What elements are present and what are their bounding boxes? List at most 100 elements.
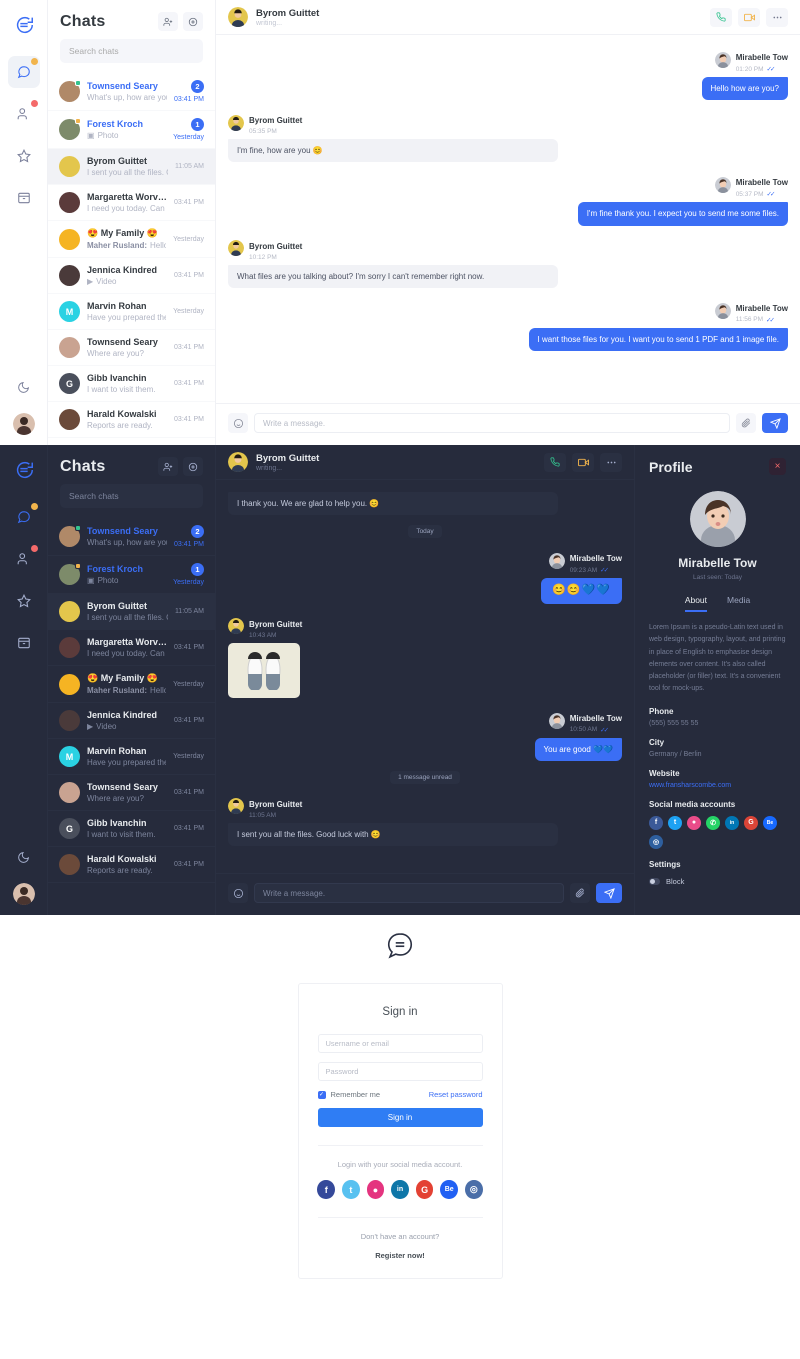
chat-list-item-meta: 1 Yesterday bbox=[173, 118, 204, 141]
message-outgoing: Mirabelle Tow 05:37 PM ✓✓ I'm fine thank y… bbox=[228, 172, 788, 226]
chat-list-item[interactable]: 😍 My Family 😍 Maher Rusland: Hello!!! Yest… bbox=[48, 221, 215, 258]
message-time: 11:56 PM ✓✓ bbox=[735, 316, 775, 324]
app-logo[interactable] bbox=[9, 455, 39, 485]
chat-list-item[interactable]: Byrom Guittet I sent you all the files. G… bbox=[48, 594, 215, 630]
app-logo[interactable] bbox=[9, 10, 39, 40]
rail-item-dark-mode[interactable] bbox=[8, 841, 40, 873]
reset-password-link[interactable]: Reset password bbox=[429, 1090, 483, 1099]
remember-me-checkbox[interactable]: ✓ bbox=[317, 1090, 326, 1099]
chat-list-item[interactable]: Townsend Seary Where are you? 03:41 PM bbox=[48, 330, 215, 366]
rail-item-dark-mode[interactable] bbox=[8, 371, 40, 403]
rail-item-favorites[interactable] bbox=[8, 140, 40, 172]
more-options-button[interactable] bbox=[600, 452, 622, 472]
chat-list-item[interactable]: M Marvin Rohan Have you prepared the ... Ye… bbox=[48, 739, 215, 775]
message-input[interactable]: Write a message. bbox=[254, 883, 564, 903]
attach-file-button[interactable] bbox=[570, 883, 590, 903]
video-call-button[interactable] bbox=[572, 452, 594, 472]
video-call-button[interactable] bbox=[738, 7, 760, 27]
rail-item-chats[interactable] bbox=[7, 56, 40, 88]
chat-list-item[interactable]: Harald Kowalski Reports are ready. 03:41 P… bbox=[48, 847, 215, 883]
chat-list-item-text: Gibb Ivanchin I want to visit them. bbox=[87, 373, 167, 394]
avatar bbox=[59, 673, 80, 695]
chat-list-item[interactable]: M Marvin Rohan Have you prepared the ... Ye… bbox=[48, 294, 215, 330]
signin-submit-button[interactable]: Sign in bbox=[317, 1108, 483, 1127]
behance-icon[interactable]: Be bbox=[440, 1180, 458, 1199]
chat-list-actions bbox=[158, 457, 203, 476]
twitter-icon[interactable]: t bbox=[668, 815, 682, 830]
chat-list-item-preview: What's up, how are you? bbox=[87, 93, 168, 102]
chat-list-item[interactable]: Margaretta Worvell I need you today. Can … bbox=[48, 630, 215, 666]
rail-item-favorites[interactable] bbox=[8, 585, 40, 617]
message-image[interactable] bbox=[228, 642, 300, 698]
read-receipt-icon: ✓✓ bbox=[766, 66, 776, 73]
signin-options-row: ✓ Remember me Reset password bbox=[317, 1090, 483, 1099]
settings-button[interactable] bbox=[183, 12, 203, 31]
instagram-icon[interactable]: ◎ bbox=[649, 834, 663, 849]
google-icon[interactable]: G bbox=[415, 1180, 434, 1199]
rail-item-contacts[interactable] bbox=[8, 98, 40, 130]
message-author: Byrom Guittet bbox=[249, 619, 303, 629]
voice-call-button[interactable] bbox=[544, 452, 566, 472]
settings-button[interactable] bbox=[183, 457, 203, 476]
twitter-icon[interactable]: t bbox=[342, 1180, 360, 1199]
emoji-picker-button[interactable] bbox=[228, 883, 248, 903]
search-input[interactable]: Search chats bbox=[60, 39, 203, 63]
dribbble-icon[interactable]: ● bbox=[687, 815, 701, 830]
chat-list-item[interactable]: G Gibb Ivanchin I want to visit them. 03:41… bbox=[48, 811, 215, 847]
message-incoming: Byrom Guittet 11:05 AM I sent you all the … bbox=[228, 794, 622, 846]
chat-list-item[interactable]: G Gibb Ivanchin I want to visit them. 03:41… bbox=[48, 366, 215, 402]
rail-item-archive[interactable] bbox=[8, 627, 40, 659]
instagram-icon[interactable]: ◎ bbox=[464, 1180, 483, 1199]
register-link[interactable]: Register now! bbox=[318, 1251, 483, 1260]
add-contact-button[interactable] bbox=[158, 12, 178, 31]
rail-item-profile[interactable] bbox=[12, 413, 35, 435]
rail-item-contacts[interactable] bbox=[8, 543, 40, 575]
chat-list-item[interactable]: Townsend Seary Where are you? 03:41 PM bbox=[48, 775, 215, 811]
chat-list-item-text: Townsend Seary Where are you? bbox=[87, 337, 167, 358]
more-options-button[interactable] bbox=[766, 7, 788, 27]
emoji-picker-button[interactable] bbox=[228, 413, 248, 433]
close-icon[interactable]: × bbox=[769, 458, 786, 475]
chat-list-item-text: Jennica Kindred ▶ Video bbox=[87, 710, 167, 731]
chat-list-item[interactable]: Margaretta Worvell I need you today. Can … bbox=[48, 185, 215, 221]
conversation-panel-dark: Byrom Guittet writing... I thank you. We… bbox=[216, 445, 634, 915]
chat-list-item[interactable]: Jennica Kindred ▶ Video 03:41 PM bbox=[48, 703, 215, 739]
attach-file-button[interactable] bbox=[736, 413, 756, 433]
tab-media[interactable]: Media bbox=[727, 595, 750, 612]
profile-website-link[interactable]: www.fransharscombe.com bbox=[649, 782, 786, 789]
chat-list-item[interactable]: Harald Kowalski Reports are ready. 03:41 P… bbox=[48, 402, 215, 438]
password-field[interactable]: Password bbox=[317, 1062, 483, 1081]
facebook-icon[interactable]: f bbox=[317, 1180, 336, 1199]
voice-call-button[interactable] bbox=[710, 7, 732, 27]
behance-icon[interactable]: Be bbox=[763, 815, 777, 830]
chat-list-item[interactable]: Jennica Kindred ▶ Video 03:41 PM bbox=[48, 258, 215, 294]
profile-title: Profile bbox=[649, 458, 693, 475]
chat-list-item[interactable]: Forest Kroch ▣ Photo 1 Yesterday bbox=[48, 111, 215, 149]
chat-list-item-meta: 03:41 PM bbox=[174, 272, 204, 279]
block-setting[interactable]: Block bbox=[649, 877, 786, 886]
chat-list-item[interactable]: Forest Kroch ▣ Photo 1 Yesterday bbox=[48, 556, 215, 594]
username-field[interactable]: Username or email bbox=[317, 1034, 483, 1053]
chat-list-item[interactable]: Townsend Seary What's up, how are you? 2 03… bbox=[48, 73, 215, 111]
remember-me-option[interactable]: ✓ Remember me bbox=[317, 1090, 380, 1099]
search-input[interactable]: Search chats bbox=[60, 484, 203, 508]
chat-list-item[interactable]: 😍 My Family 😍 Maher Rusland: Hello!!! Yest… bbox=[48, 666, 215, 703]
whatsapp-icon[interactable]: ✆ bbox=[706, 815, 720, 830]
send-message-button[interactable] bbox=[596, 883, 622, 903]
chat-list-item[interactable]: Byrom Guittet I sent you all the files. G… bbox=[48, 149, 215, 185]
linkedin-icon[interactable]: in bbox=[725, 815, 739, 830]
chat-list-item[interactable]: Townsend Seary What's up, how are you? 2 03… bbox=[48, 518, 215, 556]
add-contact-button[interactable] bbox=[158, 457, 178, 476]
rail-item-chats[interactable] bbox=[8, 501, 40, 533]
dribbble-icon[interactable]: ● bbox=[366, 1180, 385, 1199]
send-message-button[interactable] bbox=[762, 413, 788, 433]
facebook-icon[interactable]: f bbox=[649, 815, 663, 830]
message-input[interactable]: Write a message. bbox=[254, 413, 730, 433]
tab-about[interactable]: About bbox=[684, 595, 708, 612]
rail-item-profile[interactable] bbox=[12, 883, 35, 905]
linkedin-icon[interactable]: in bbox=[391, 1180, 409, 1199]
block-toggle[interactable] bbox=[649, 877, 660, 885]
google-icon[interactable]: G bbox=[744, 815, 758, 830]
rail-item-archive[interactable] bbox=[8, 182, 40, 214]
chat-list-item-preview: I sent you all the files. G... bbox=[87, 613, 168, 622]
